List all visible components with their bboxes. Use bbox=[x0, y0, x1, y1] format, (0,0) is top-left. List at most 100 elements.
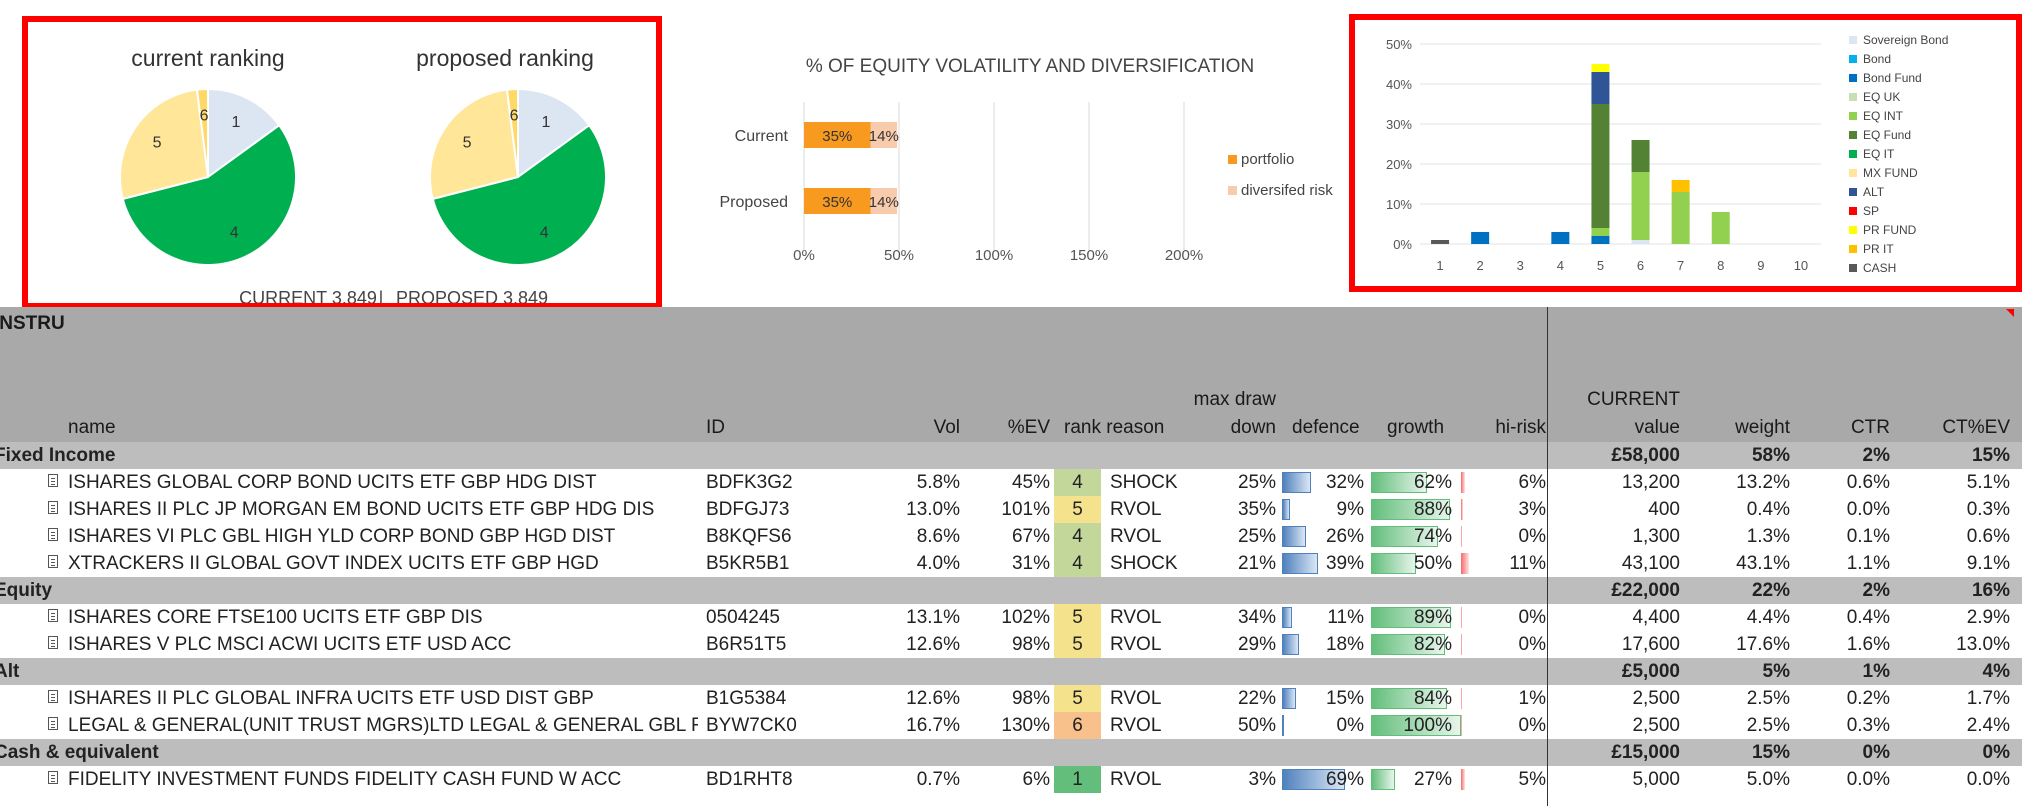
instrument-reason[interactable]: RVOL bbox=[1110, 499, 1161, 521]
document-icon[interactable] bbox=[48, 771, 58, 784]
instrument-reason[interactable]: RVOL bbox=[1110, 607, 1161, 629]
instrument-ctr[interactable]: 0.3% bbox=[1810, 715, 1890, 737]
instrument-ctr[interactable]: 0.4% bbox=[1810, 607, 1890, 629]
instrument-name[interactable]: XTRACKERS II GLOBAL GOVT INDEX UCITS ETF… bbox=[68, 553, 599, 575]
composition-bar-eq-fund-rank-5[interactable] bbox=[1591, 104, 1610, 228]
category-value[interactable]: £15,000 bbox=[1560, 742, 1680, 764]
instrument-defence[interactable]: 39% bbox=[1304, 553, 1364, 575]
instrument-defence[interactable]: 18% bbox=[1304, 634, 1364, 656]
instrument-growth[interactable]: 74% bbox=[1390, 526, 1452, 548]
instrument-growth[interactable]: 50% bbox=[1390, 553, 1452, 575]
instrument-vol[interactable]: 0.7% bbox=[900, 769, 960, 791]
instrument-defence[interactable]: 0% bbox=[1304, 715, 1364, 737]
col-maxdraw-header-top[interactable]: max draw bbox=[1170, 389, 1276, 411]
col-name-header[interactable]: name bbox=[68, 417, 116, 439]
table-row[interactable]: ISHARES CORE FTSE100 UCITS ETF GBP DIS 05… bbox=[0, 604, 2022, 631]
instrument-pev[interactable]: 31% bbox=[990, 553, 1050, 575]
instrument-maxdraw[interactable]: 25% bbox=[1216, 526, 1276, 548]
composition-bar-bond-fund-rank-4[interactable] bbox=[1551, 232, 1570, 244]
category-weight[interactable]: 15% bbox=[1700, 742, 1790, 764]
instrument-id[interactable]: BYW7CK0 bbox=[706, 715, 797, 737]
table-row[interactable]: LEGAL & GENERAL(UNIT TRUST MGRS)LTD LEGA… bbox=[0, 712, 2022, 739]
instrument-ctr[interactable]: 0.2% bbox=[1810, 688, 1890, 710]
composition-panel[interactable]: 0% 10% 20% 30% 40% 50% 1 2 3 4 5 6 7 8 9 10 Sovereign Bo… bbox=[1349, 14, 2022, 292]
instrument-maxdraw[interactable]: 22% bbox=[1216, 688, 1276, 710]
instrument-reason[interactable]: RVOL bbox=[1110, 634, 1161, 656]
equity-volatility-chart[interactable]: % OF EQUITY VOLATILITY AND DIVERSIFICATI… bbox=[700, 40, 1350, 280]
instrument-value[interactable]: 2,500 bbox=[1560, 715, 1680, 737]
category-ctev[interactable]: 0% bbox=[1920, 742, 2010, 764]
instrument-weight[interactable]: 17.6% bbox=[1700, 634, 1790, 656]
instrument-value[interactable]: 4,400 bbox=[1560, 607, 1680, 629]
col-defence-header[interactable]: defence bbox=[1292, 417, 1360, 439]
instrument-name[interactable]: LEGAL & GENERAL(UNIT TRUST MGRS)LTD LEGA… bbox=[68, 715, 698, 737]
instrument-ctev[interactable]: 13.0% bbox=[1920, 634, 2010, 656]
col-current-value-header[interactable]: value bbox=[1560, 417, 1680, 439]
category-name[interactable]: Alt bbox=[0, 661, 19, 683]
document-icon[interactable] bbox=[48, 528, 58, 541]
instrument-hirisk[interactable]: 1% bbox=[1476, 688, 1546, 710]
instrument-rank[interactable]: 5 bbox=[1054, 604, 1101, 631]
instrument-reason[interactable]: RVOL bbox=[1110, 688, 1161, 710]
composition-bar-eq-int-rank-8[interactable] bbox=[1711, 212, 1730, 244]
instrument-name[interactable]: ISHARES II PLC GLOBAL INFRA UCITS ETF US… bbox=[68, 688, 594, 710]
instrument-growth[interactable]: 88% bbox=[1390, 499, 1452, 521]
instrument-id[interactable]: BDFK3G2 bbox=[706, 472, 793, 494]
composition-bar-pr-it-rank-7[interactable] bbox=[1671, 180, 1690, 192]
document-icon[interactable] bbox=[48, 555, 58, 568]
instrument-pev[interactable]: 130% bbox=[990, 715, 1050, 737]
instrument-maxdraw[interactable]: 34% bbox=[1216, 607, 1276, 629]
category-weight[interactable]: 5% bbox=[1700, 661, 1790, 683]
composition-bar-alt-rank-5[interactable] bbox=[1591, 72, 1610, 104]
col-vol-header[interactable]: Vol bbox=[900, 417, 960, 439]
instrument-defence[interactable]: 11% bbox=[1304, 607, 1364, 629]
category-weight[interactable]: 22% bbox=[1700, 580, 1790, 602]
instrument-id[interactable]: B5KR5B1 bbox=[706, 553, 789, 575]
category-ctr[interactable]: 2% bbox=[1810, 445, 1890, 467]
instrument-name[interactable]: ISHARES VI PLC GBL HIGH YLD CORP BOND GB… bbox=[68, 526, 615, 548]
instrument-ctev[interactable]: 1.7% bbox=[1920, 688, 2010, 710]
document-icon[interactable] bbox=[48, 690, 58, 703]
instrument-growth[interactable]: 62% bbox=[1390, 472, 1452, 494]
category-name[interactable]: Equity bbox=[0, 580, 52, 602]
instrument-weight[interactable]: 4.4% bbox=[1700, 607, 1790, 629]
instrument-name[interactable]: ISHARES V PLC MSCI ACWI UCITS ETF USD AC… bbox=[68, 634, 511, 656]
category-ctev[interactable]: 4% bbox=[1920, 661, 2010, 683]
col-growth-header[interactable]: growth bbox=[1387, 417, 1444, 439]
category-row[interactable]: Alt £5,000 5% 1% 4% bbox=[0, 658, 2022, 685]
instrument-weight[interactable]: 5.0% bbox=[1700, 769, 1790, 791]
composition-bar-bond-fund-rank-5[interactable] bbox=[1591, 236, 1610, 244]
instrument-value[interactable]: 17,600 bbox=[1560, 634, 1680, 656]
category-value[interactable]: £5,000 bbox=[1560, 661, 1680, 683]
instrument-weight[interactable]: 0.4% bbox=[1700, 499, 1790, 521]
category-name[interactable]: Cash & equivalent bbox=[0, 742, 159, 764]
instrument-vol[interactable]: 5.8% bbox=[900, 472, 960, 494]
instrument-value[interactable]: 2,500 bbox=[1560, 688, 1680, 710]
instrument-vol[interactable]: 13.0% bbox=[900, 499, 960, 521]
holdings-grid[interactable]: INSTRUMENT name ID Vol %EV rank reason m… bbox=[0, 307, 2022, 806]
instrument-id[interactable]: BD1RHT8 bbox=[706, 769, 793, 791]
instrument-hirisk[interactable]: 11% bbox=[1476, 553, 1546, 575]
instrument-ctev[interactable]: 0.6% bbox=[1920, 526, 2010, 548]
instrument-defence[interactable]: 26% bbox=[1304, 526, 1364, 548]
instrument-weight[interactable]: 13.2% bbox=[1700, 472, 1790, 494]
instrument-hirisk[interactable]: 5% bbox=[1476, 769, 1546, 791]
instrument-rank[interactable]: 4 bbox=[1054, 550, 1101, 577]
composition-bar-eq-int-rank-6[interactable] bbox=[1631, 172, 1650, 240]
category-value[interactable]: £58,000 bbox=[1560, 445, 1680, 467]
instrument-weight[interactable]: 2.5% bbox=[1700, 688, 1790, 710]
instrument-maxdraw[interactable]: 21% bbox=[1216, 553, 1276, 575]
category-row[interactable]: Fixed Income £58,000 58% 2% 15% bbox=[0, 442, 2022, 469]
instrument-maxdraw[interactable]: 29% bbox=[1216, 634, 1276, 656]
instrument-id[interactable]: B6R51T5 bbox=[706, 634, 786, 656]
instrument-hirisk[interactable]: 0% bbox=[1476, 526, 1546, 548]
table-row[interactable]: XTRACKERS II GLOBAL GOVT INDEX UCITS ETF… bbox=[0, 550, 2022, 577]
instrument-ctev[interactable]: 0.0% bbox=[1920, 769, 2010, 791]
instrument-weight[interactable]: 43.1% bbox=[1700, 553, 1790, 575]
category-ctev[interactable]: 16% bbox=[1920, 580, 2010, 602]
instrument-defence[interactable]: 32% bbox=[1304, 472, 1364, 494]
instrument-growth[interactable]: 89% bbox=[1390, 607, 1452, 629]
instrument-ctev[interactable]: 9.1% bbox=[1920, 553, 2010, 575]
instrument-defence[interactable]: 9% bbox=[1304, 499, 1364, 521]
instrument-ctr[interactable]: 1.6% bbox=[1810, 634, 1890, 656]
